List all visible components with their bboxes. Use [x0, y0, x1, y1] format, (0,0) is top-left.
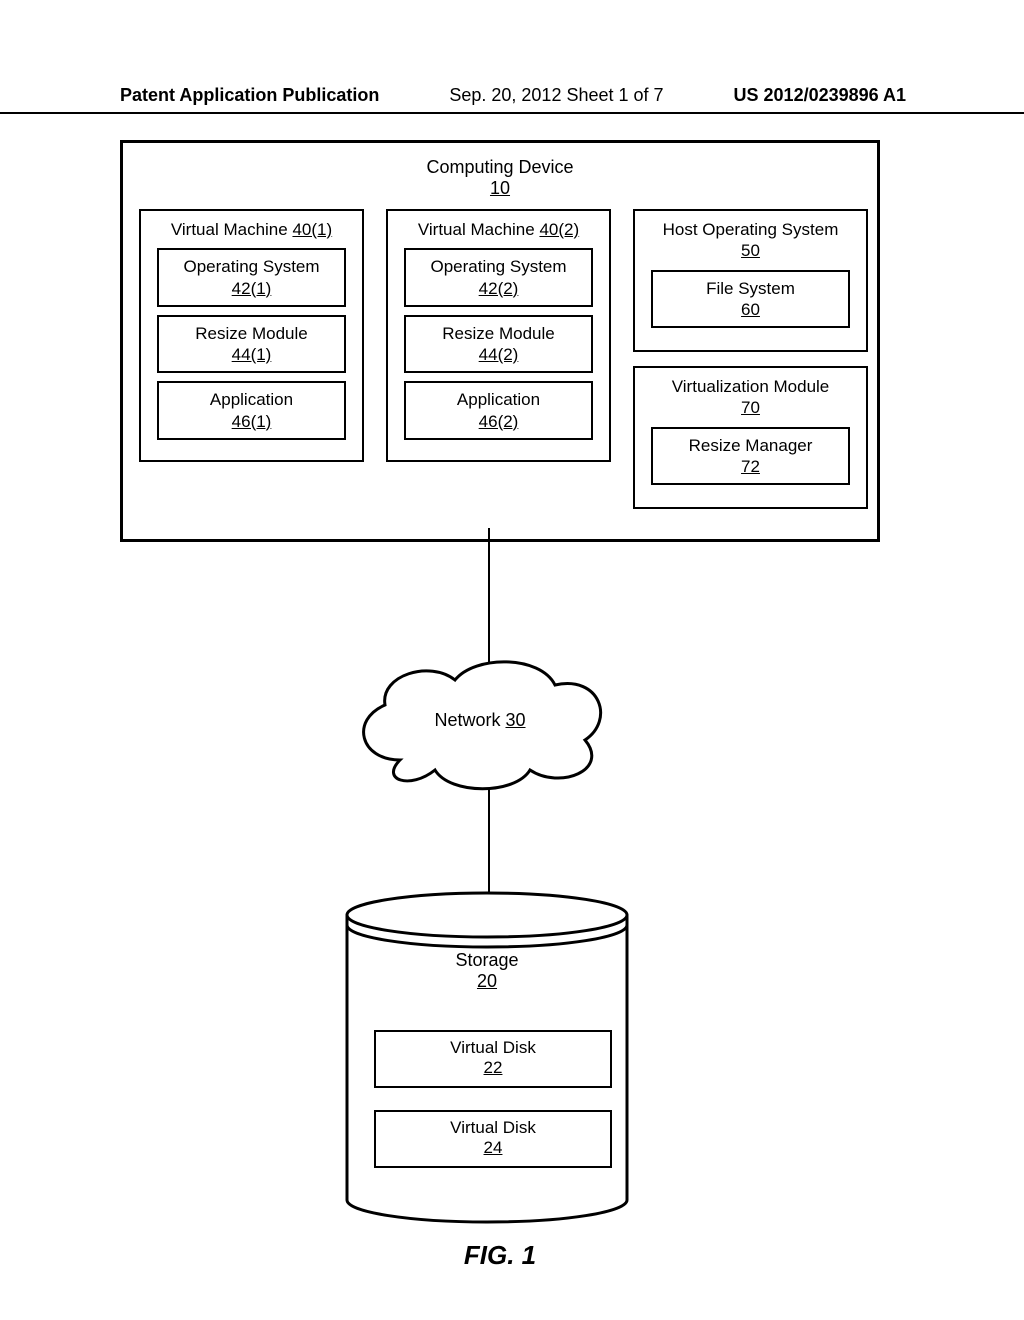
- host-column: Host Operating System 50 File System 60 …: [633, 209, 868, 509]
- network-text: Network: [434, 710, 505, 730]
- fs-ref: 60: [741, 300, 760, 319]
- vm2-app-box: Application 46(2): [404, 381, 593, 440]
- vm1-resize-ref: 44(1): [232, 345, 272, 364]
- device-ref: 10: [490, 178, 510, 198]
- vm2-os-box: Operating System 42(2): [404, 248, 593, 307]
- vm1-resize-label: Resize Module: [195, 324, 307, 343]
- network-cloud: Network 30: [340, 650, 620, 800]
- vm2-column: Virtual Machine 40(2) Operating System 4…: [386, 209, 611, 462]
- virtual-disk-2-box: Virtual Disk 24: [374, 1110, 612, 1168]
- storage-cylinder: Storage 20 Virtual Disk 22 Virtual Disk …: [342, 890, 632, 1230]
- vd2-ref: 24: [484, 1138, 503, 1157]
- vd1-ref: 22: [484, 1058, 503, 1077]
- vm1-column: Virtual Machine 40(1) Operating System 4…: [139, 209, 364, 462]
- vm1-os-ref: 42(1): [232, 279, 272, 298]
- host-os-box: Host Operating System 50 File System 60: [633, 209, 868, 352]
- virt-ref: 70: [741, 398, 760, 417]
- virtualization-box: Virtualization Module 70 Resize Manager …: [633, 366, 868, 509]
- vm2-title: Virtual Machine 40(2): [394, 219, 603, 240]
- vm2-ref: 40(2): [539, 220, 579, 239]
- network-label: Network 30: [340, 710, 620, 731]
- vm1-os-box: Operating System 42(1): [157, 248, 346, 307]
- host-title: Host Operating System: [663, 220, 839, 239]
- header-right: US 2012/0239896 A1: [734, 85, 906, 106]
- header-left: Patent Application Publication: [120, 85, 379, 106]
- connector-network-to-storage: [488, 788, 490, 894]
- vm1-os-label: Operating System: [183, 257, 319, 276]
- resize-manager-box: Resize Manager 72: [651, 427, 850, 486]
- vm1-app-box: Application 46(1): [157, 381, 346, 440]
- header-center: Sep. 20, 2012 Sheet 1 of 7: [449, 85, 663, 106]
- vm1-ref: 40(1): [292, 220, 332, 239]
- vm2-os-ref: 42(2): [479, 279, 519, 298]
- vm1-app-label: Application: [210, 390, 293, 409]
- vm1-box: Virtual Machine 40(1) Operating System 4…: [139, 209, 364, 462]
- vm1-title-prefix: Virtual Machine: [171, 220, 293, 239]
- rm-label: Resize Manager: [689, 436, 813, 455]
- page-header: Patent Application Publication Sep. 20, …: [0, 85, 1024, 114]
- vm2-app-ref: 46(2): [479, 412, 519, 431]
- device-title-text: Computing Device: [426, 157, 573, 177]
- vm2-resize-label: Resize Module: [442, 324, 554, 343]
- computing-device-box: Computing Device 10 Virtual Machine 40(1…: [120, 140, 880, 542]
- vm2-os-label: Operating System: [430, 257, 566, 276]
- vm2-title-prefix: Virtual Machine: [418, 220, 540, 239]
- storage-label: Storage 20: [342, 950, 632, 992]
- rm-ref: 72: [741, 457, 760, 476]
- fs-label: File System: [706, 279, 795, 298]
- device-columns: Virtual Machine 40(1) Operating System 4…: [139, 209, 861, 509]
- host-ref: 50: [741, 241, 760, 260]
- vd2-label: Virtual Disk: [450, 1118, 536, 1137]
- file-system-box: File System 60: [651, 270, 850, 329]
- vm1-app-ref: 46(1): [232, 412, 272, 431]
- network-ref: 30: [505, 710, 525, 730]
- vm2-resize-ref: 44(2): [479, 345, 519, 364]
- virtual-disk-1-box: Virtual Disk 22: [374, 1030, 612, 1088]
- computing-device-title: Computing Device 10: [139, 157, 861, 199]
- figure-label: FIG. 1: [120, 1240, 880, 1271]
- vm2-box: Virtual Machine 40(2) Operating System 4…: [386, 209, 611, 462]
- vm1-resize-box: Resize Module 44(1): [157, 315, 346, 374]
- vm2-resize-box: Resize Module 44(2): [404, 315, 593, 374]
- connector-device-to-network: [488, 528, 490, 664]
- storage-text: Storage: [455, 950, 518, 970]
- virt-title: Virtualization Module: [672, 377, 830, 396]
- vm2-app-label: Application: [457, 390, 540, 409]
- vd1-label: Virtual Disk: [450, 1038, 536, 1057]
- figure-area: Computing Device 10 Virtual Machine 40(1…: [120, 140, 910, 1240]
- vm1-title: Virtual Machine 40(1): [147, 219, 356, 240]
- storage-ref: 20: [477, 971, 497, 991]
